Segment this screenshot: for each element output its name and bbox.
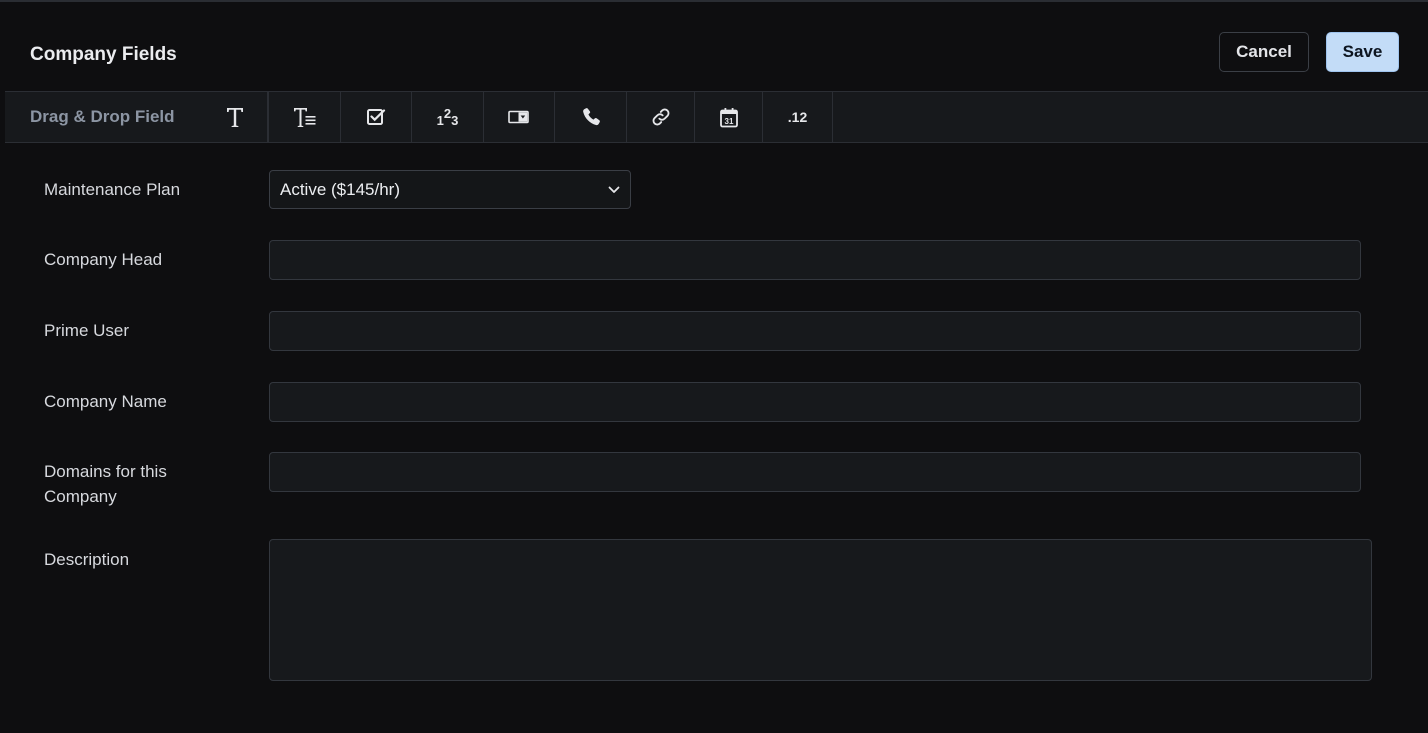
- number-field-tool[interactable]: 123: [412, 92, 484, 142]
- date-field-tool[interactable]: 31: [695, 92, 763, 142]
- decimal-field-tool[interactable]: .12: [763, 92, 833, 142]
- page-title: Company Fields: [30, 44, 177, 65]
- prime-user-input[interactable]: [269, 311, 1361, 351]
- dropdown-field-tool[interactable]: [484, 92, 555, 142]
- paragraph-text-icon: [293, 106, 317, 128]
- phone-field-tool[interactable]: [555, 92, 627, 142]
- calendar-icon: 31: [719, 107, 739, 128]
- text-icon: [226, 106, 244, 128]
- top-divider: [0, 0, 1428, 2]
- company-name-input[interactable]: [269, 382, 1361, 422]
- chevron-down-icon: [608, 181, 620, 199]
- text-field-tool[interactable]: [202, 92, 268, 142]
- save-button[interactable]: Save: [1326, 32, 1399, 72]
- description-label: Description: [44, 550, 130, 569]
- svg-text:31: 31: [724, 117, 733, 126]
- cancel-button[interactable]: Cancel: [1219, 32, 1309, 72]
- link-icon: [651, 107, 671, 127]
- prime-user-label: Prime User: [44, 321, 130, 340]
- description-textarea[interactable]: [269, 539, 1372, 681]
- maintenance-plan-value: Active ($145/hr): [280, 179, 400, 199]
- toolbar-label: Drag & Drop Field: [30, 107, 175, 126]
- number-icon: 123: [436, 105, 459, 128]
- checkbox-icon: [366, 107, 386, 127]
- maintenance-plan-select[interactable]: Active ($145/hr): [269, 170, 631, 209]
- domains-label: Domains for this Company: [44, 462, 167, 506]
- checkbox-field-tool[interactable]: [341, 92, 412, 142]
- maintenance-plan-label: Maintenance Plan: [44, 180, 181, 199]
- company-head-label: Company Head: [44, 250, 163, 269]
- decimal-icon: .12: [787, 109, 808, 125]
- paragraph-field-tool[interactable]: [268, 92, 341, 142]
- domains-input[interactable]: [269, 452, 1361, 492]
- dropdown-icon: [508, 109, 530, 125]
- company-name-label: Company Name: [44, 392, 167, 411]
- link-field-tool[interactable]: [627, 92, 695, 142]
- phone-icon: [580, 106, 602, 128]
- company-head-input[interactable]: [269, 240, 1361, 280]
- field-toolbar: Drag & Drop Field 123 31 .12: [5, 91, 1428, 143]
